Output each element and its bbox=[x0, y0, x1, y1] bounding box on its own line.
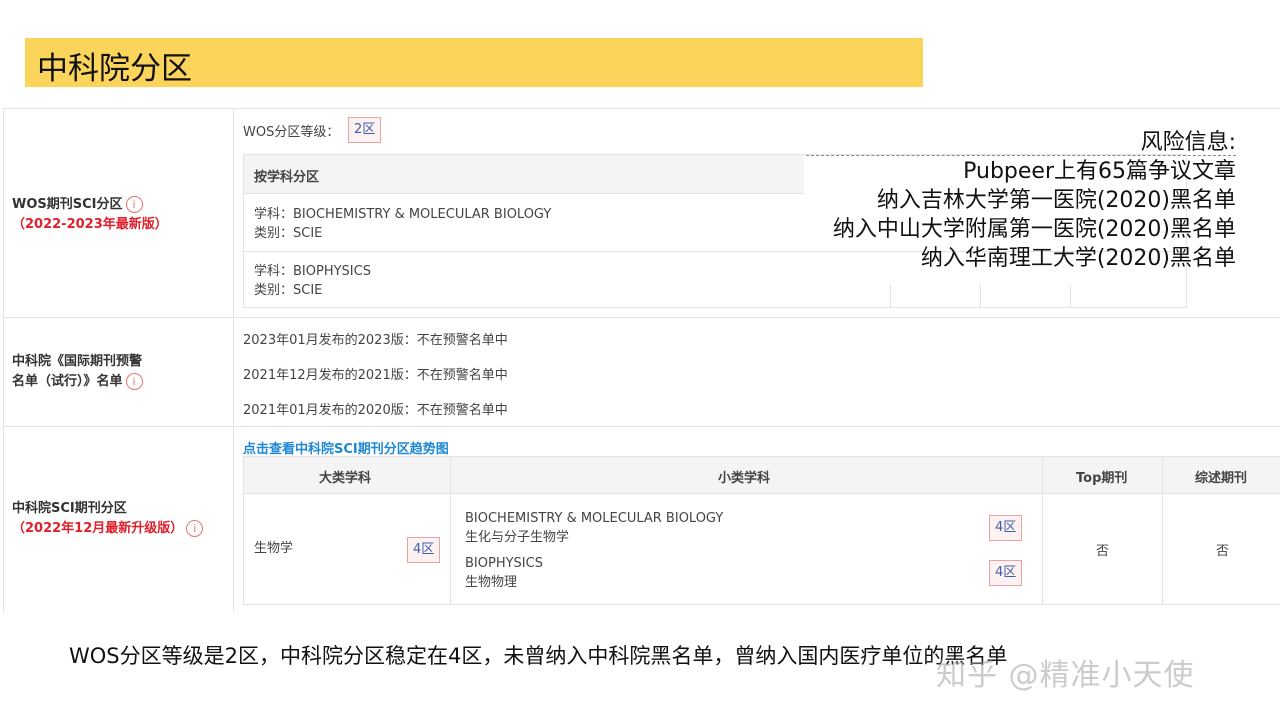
minor-subject: BIOPHYSICS 生物物理 bbox=[465, 554, 543, 592]
divider bbox=[450, 457, 451, 604]
header-top: Top期刊 bbox=[1076, 471, 1128, 486]
warning-entry: 2021年01月发布的2020版：不在预警名单中 bbox=[243, 403, 508, 418]
minor-subject: BIOCHEMISTRY & MOLECULAR BIOLOGY 生化与分子生物… bbox=[465, 509, 723, 547]
warning-label-line2: 名单（试行）》名单 bbox=[12, 374, 123, 389]
cas-label-line1: 中科院SCI期刊分区 bbox=[12, 501, 127, 516]
divider bbox=[1042, 457, 1043, 604]
wos-level-badge: 2区 bbox=[348, 117, 382, 143]
risk-title: 风险信息: bbox=[1140, 130, 1236, 155]
risk-item: 纳入吉林大学第一医院(2020)黑名单 bbox=[876, 188, 1236, 213]
subject-table-header-label: 按学科分区 bbox=[254, 170, 320, 185]
risk-info: 风险信息: Pubpeer上有65篇争议文章 纳入吉林大学第一医院(2020)黑… bbox=[796, 128, 1236, 273]
subject-name: 学科：BIOCHEMISTRY & MOLECULAR BIOLOGY bbox=[254, 207, 552, 222]
wos-level-label: WOS分区等级： bbox=[243, 125, 340, 140]
info-icon[interactable]: i bbox=[125, 373, 143, 390]
cas-label-line2: （2022年12月最新升级版） bbox=[12, 521, 184, 536]
subject-category: 类别：SCIE bbox=[254, 283, 323, 298]
warning-label-line1: 中科院《国际期刊预警 bbox=[12, 354, 143, 369]
minor-subject-en: BIOPHYSICS bbox=[465, 556, 543, 571]
divider bbox=[980, 285, 981, 307]
subject-entry: 学科：BIOPHYSICS 类别：SCIE bbox=[254, 262, 371, 300]
risk-item: 纳入华南理工大学(2020)黑名单 bbox=[920, 246, 1236, 271]
watermark: 知乎 @精准小天使 bbox=[936, 658, 1195, 693]
subject-name: 学科：BIOPHYSICS bbox=[254, 264, 371, 279]
wos-label-line1: WOS期刊SCI分区 bbox=[12, 197, 123, 212]
trend-chart-link[interactable]: 点击查看中科院SCI期刊分区趋势图 bbox=[243, 438, 449, 457]
minor-subject-zh: 生物物理 bbox=[465, 575, 518, 590]
warning-entry: 2023年01月发布的2023版：不在预警名单中 bbox=[243, 333, 508, 348]
major-badge: 4区 bbox=[407, 537, 441, 563]
summary-caption: WOS分区等级是2区，中科院分区稳定在4区，未曾纳入中科院黑名单，曾纳入国内医疗… bbox=[69, 644, 1008, 668]
warning-entry: 2021年12月发布的2021版：不在预警名单中 bbox=[243, 368, 508, 383]
top-value: 否 bbox=[1096, 544, 1110, 559]
page-title: 中科院分区 bbox=[37, 51, 192, 87]
title-banner: 中科院分区 bbox=[25, 38, 923, 87]
minor-badge: 4区 bbox=[989, 560, 1023, 586]
header-major: 大类学科 bbox=[319, 471, 372, 486]
wos-row-label: WOS期刊SCI分区 i （2022-2023年最新版） bbox=[3, 109, 234, 317]
wos-label-line2: （2022-2023年最新版） bbox=[12, 217, 168, 232]
divider bbox=[890, 285, 891, 307]
header-minor: 小类学科 bbox=[718, 471, 771, 486]
divider bbox=[1070, 285, 1071, 307]
minor-subject-en: BIOCHEMISTRY & MOLECULAR BIOLOGY bbox=[465, 511, 724, 526]
risk-item: Pubpeer上有65篇争议文章 bbox=[963, 159, 1236, 184]
risk-item: 纳入中山大学附属第一医院(2020)黑名单 bbox=[832, 217, 1236, 242]
major-subject: 生物学 bbox=[254, 541, 294, 556]
review-value: 否 bbox=[1216, 544, 1230, 559]
warning-row-label: 中科院《国际期刊预警 名单（试行）》名单 i bbox=[3, 318, 234, 426]
info-icon[interactable]: i bbox=[125, 196, 143, 213]
divider bbox=[1162, 457, 1163, 604]
subject-table-header: 按学科分区 bbox=[244, 155, 804, 194]
subject-category: 类别：SCIE bbox=[254, 226, 323, 241]
header-review: 综述期刊 bbox=[1195, 471, 1248, 486]
cas-row-label: 中科院SCI期刊分区 （2022年12月最新升级版） i bbox=[3, 427, 234, 612]
warning-row: 中科院《国际期刊预警 名单（试行）》名单 i 2023年01月发布的2023版：不… bbox=[3, 318, 1280, 427]
minor-badge: 4区 bbox=[989, 515, 1023, 541]
info-icon[interactable]: i bbox=[186, 520, 204, 537]
subject-entry: 学科：BIOCHEMISTRY & MOLECULAR BIOLOGY 类别：S… bbox=[254, 205, 551, 243]
cas-table-header: 大类学科 小类学科 Top期刊 综述期刊 bbox=[244, 457, 1280, 494]
cas-table: 大类学科 小类学科 Top期刊 综述期刊 生物学 4区 BIOCHEMISTRY… bbox=[243, 456, 1280, 605]
minor-subject-zh: 生化与分子生物学 bbox=[465, 530, 570, 545]
